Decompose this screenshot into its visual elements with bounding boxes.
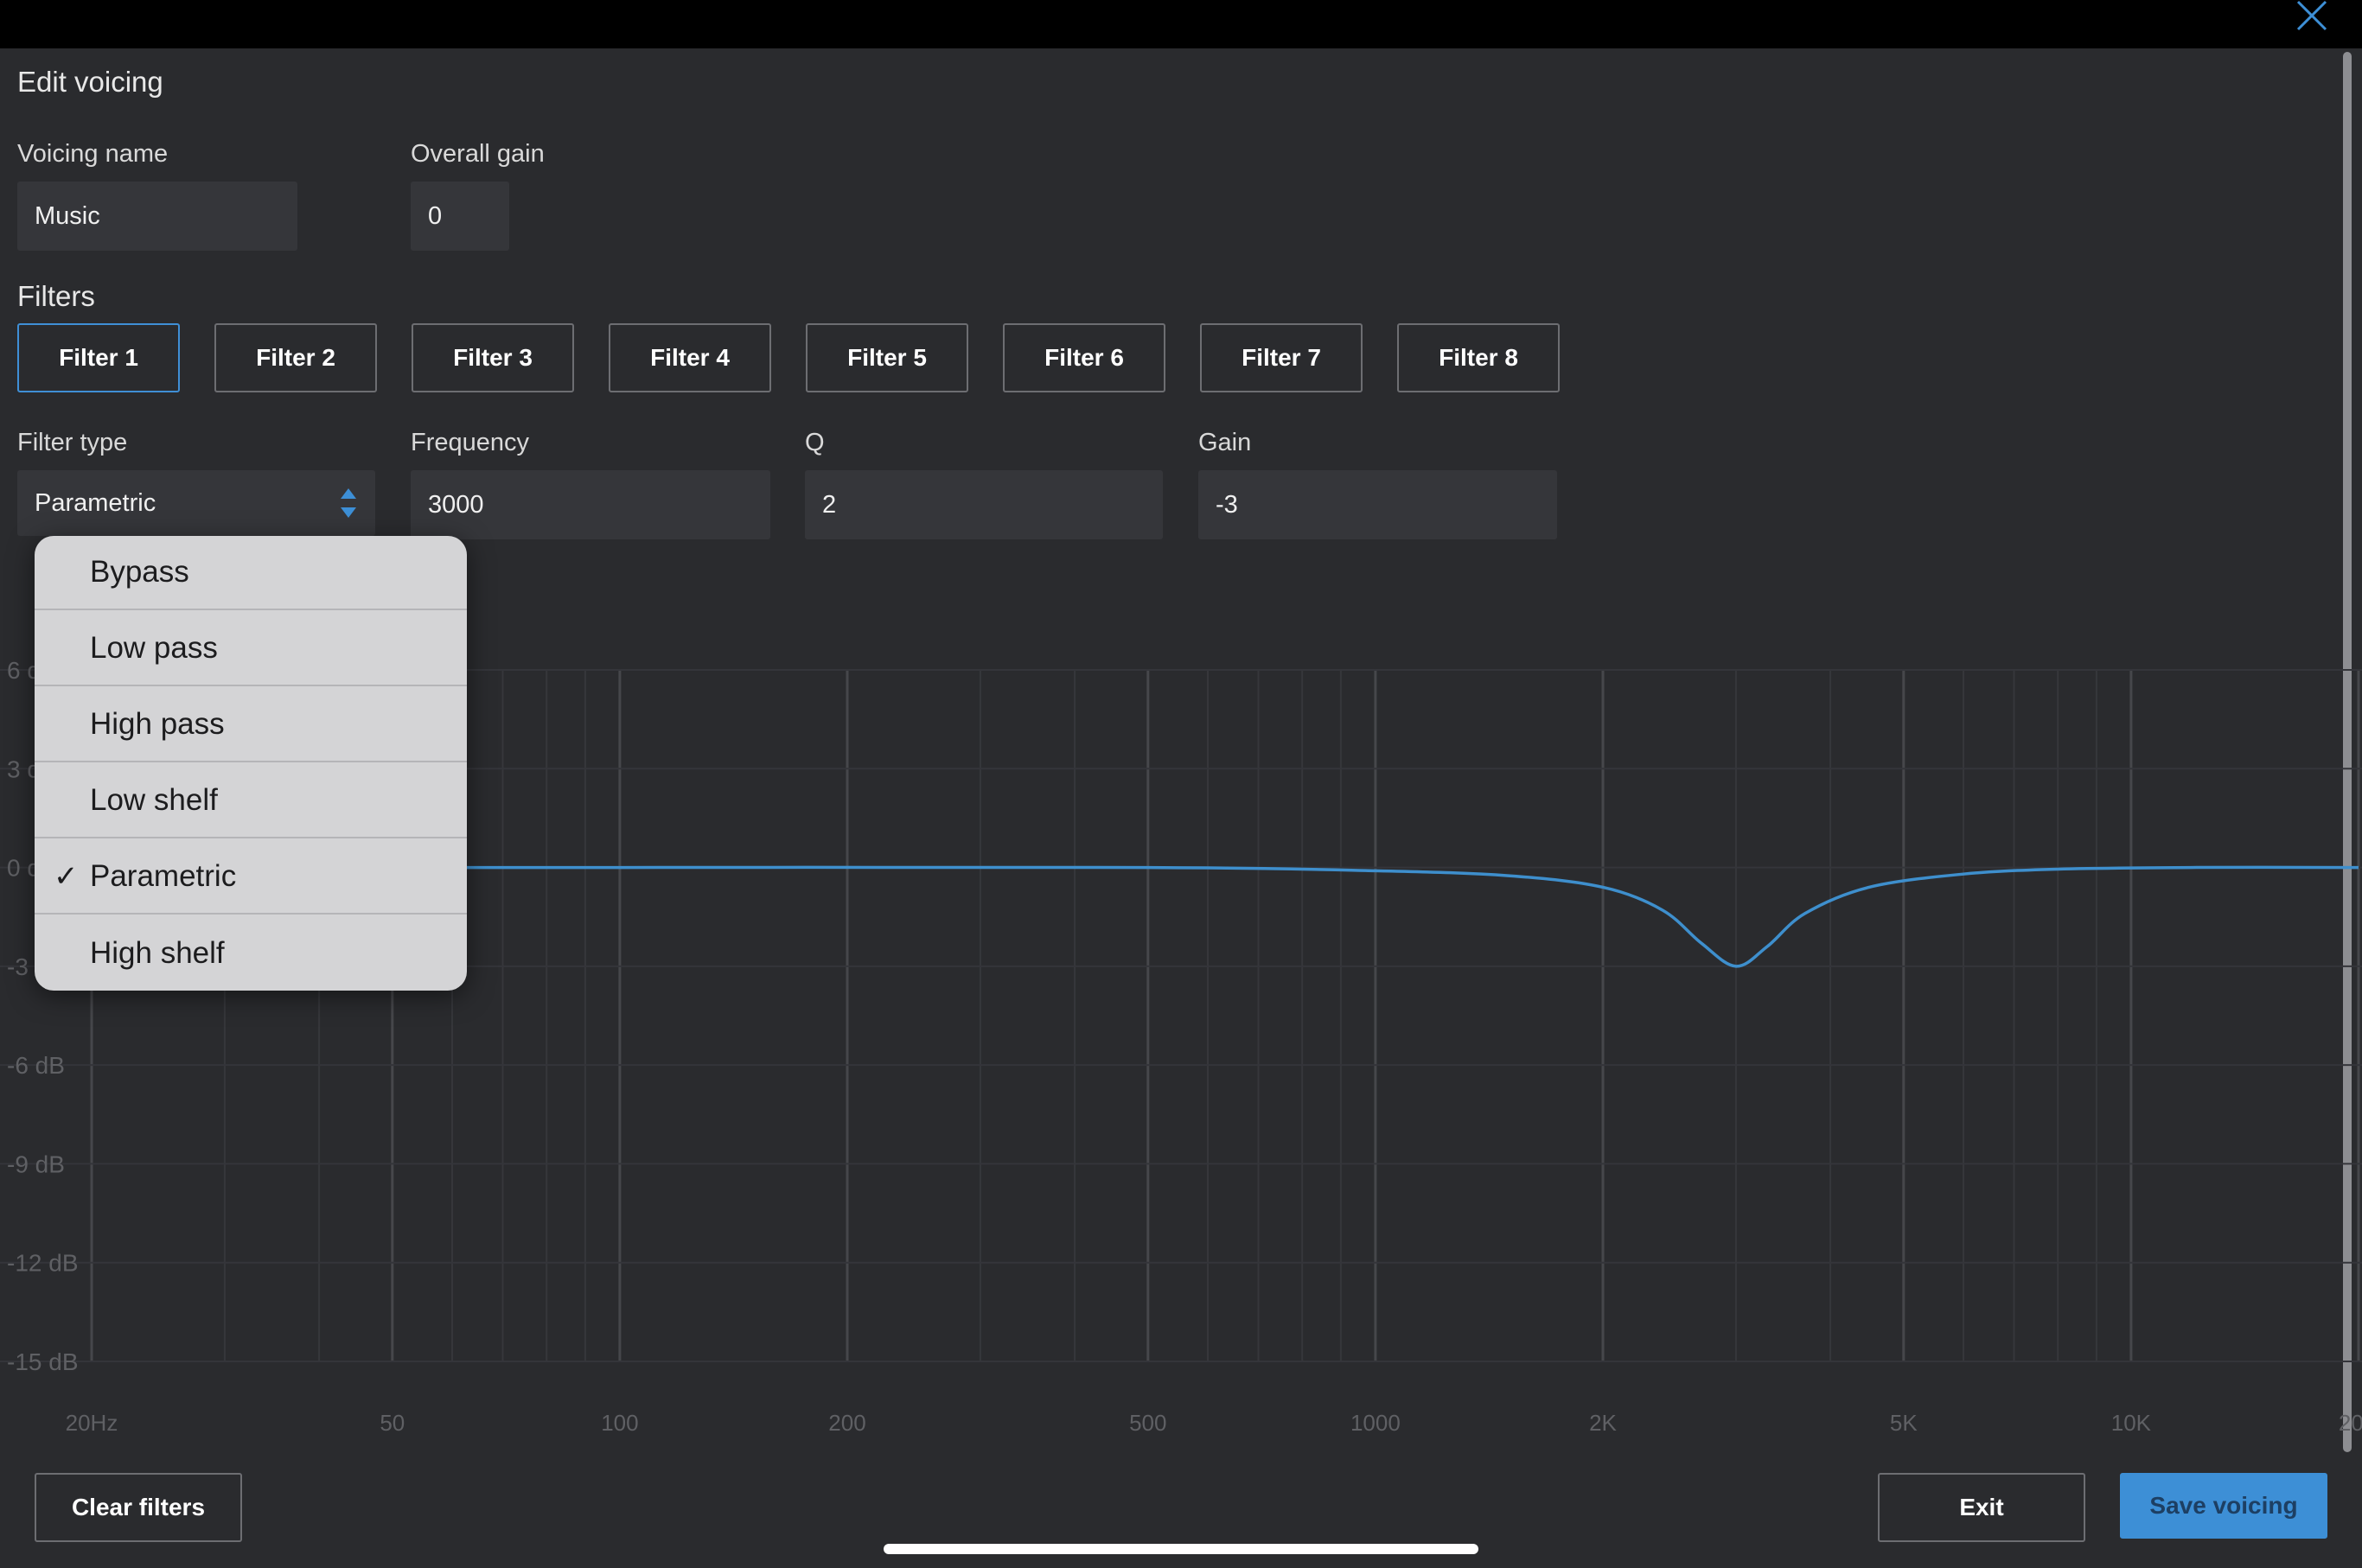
voicing-name-field[interactable]: Music xyxy=(17,182,297,251)
dropdown-option-parametric[interactable]: ✓ Parametric xyxy=(35,840,467,915)
exit-button[interactable]: Exit xyxy=(1878,1473,2085,1542)
y-tick-label: -12 dB xyxy=(7,1250,79,1277)
x-tick-label: 500 xyxy=(1129,1410,1166,1436)
clear-filters-button[interactable]: Clear filters xyxy=(35,1473,242,1542)
dialog-title: Edit voicing xyxy=(17,66,163,98)
dropdown-option-label: Parametric xyxy=(90,859,237,893)
x-tick-label: 20Hz xyxy=(66,1410,118,1436)
dropdown-option-high-shelf[interactable]: High shelf xyxy=(35,916,467,991)
x-tick-label: 2K xyxy=(1589,1410,1617,1436)
q-label: Q xyxy=(805,429,825,456)
filter-type-value: Parametric xyxy=(35,488,156,517)
dropdown-option-label: Bypass xyxy=(90,555,189,589)
tab-filter-6[interactable]: Filter 6 xyxy=(1003,323,1165,392)
x-tick-label: 5K xyxy=(1890,1410,1918,1436)
x-tick-label: 50 xyxy=(380,1410,405,1436)
filter-type-dropdown: Bypass Low pass High pass Low shelf ✓ Paramet… xyxy=(35,536,467,991)
tab-filter-7[interactable]: Filter 7 xyxy=(1200,323,1363,392)
filter-type-label: Filter type xyxy=(17,429,128,456)
frequency-field[interactable]: 3000 xyxy=(411,470,770,539)
tab-filter-1[interactable]: Filter 1 xyxy=(17,323,180,392)
home-indicator[interactable] xyxy=(884,1544,1478,1554)
dropdown-option-bypass[interactable]: Bypass xyxy=(35,536,467,610)
dropdown-option-label: High shelf xyxy=(90,936,225,970)
save-voicing-button[interactable]: Save voicing xyxy=(2120,1473,2327,1539)
y-tick-label: -6 dB xyxy=(7,1052,65,1079)
filter-type-select[interactable]: Parametric xyxy=(17,470,375,536)
x-tick-label: 20K xyxy=(2339,1410,2362,1436)
close-button[interactable] xyxy=(2291,0,2334,35)
tab-filter-8[interactable]: Filter 8 xyxy=(1397,323,1560,392)
dropdown-option-label: Low shelf xyxy=(90,783,218,817)
frequency-label: Frequency xyxy=(411,429,530,456)
y-tick-label: -15 dB xyxy=(7,1348,79,1375)
gain-field[interactable]: -3 xyxy=(1198,470,1557,539)
filters-heading: Filters xyxy=(17,280,95,312)
voicing-name-label: Voicing name xyxy=(17,140,169,168)
x-tick-label: 100 xyxy=(601,1410,638,1436)
dropdown-option-low-shelf[interactable]: Low shelf xyxy=(35,764,467,838)
y-tick-label: -9 dB xyxy=(7,1151,65,1177)
gain-label: Gain xyxy=(1198,429,1252,456)
tab-filter-4[interactable]: Filter 4 xyxy=(609,323,771,392)
select-arrows-icon xyxy=(341,488,356,518)
dropdown-option-label: Low pass xyxy=(90,631,218,665)
dropdown-option-label: High pass xyxy=(90,707,225,741)
overall-gain-field[interactable]: 0 xyxy=(411,182,509,251)
x-tick-label: 1000 xyxy=(1350,1410,1401,1436)
checkmark-icon: ✓ xyxy=(54,860,79,893)
q-field[interactable]: 2 xyxy=(805,470,1163,539)
dropdown-option-high-pass[interactable]: High pass xyxy=(35,688,467,762)
tab-filter-2[interactable]: Filter 2 xyxy=(214,323,377,392)
top-bar xyxy=(0,0,2362,48)
close-icon xyxy=(2296,0,2327,31)
x-tick-label: 10K xyxy=(2111,1410,2152,1436)
tab-filter-3[interactable]: Filter 3 xyxy=(412,323,574,392)
tab-filter-5[interactable]: Filter 5 xyxy=(806,323,968,392)
dropdown-option-low-pass[interactable]: Low pass xyxy=(35,612,467,686)
x-tick-label: 200 xyxy=(828,1410,865,1436)
overall-gain-label: Overall gain xyxy=(411,140,545,168)
